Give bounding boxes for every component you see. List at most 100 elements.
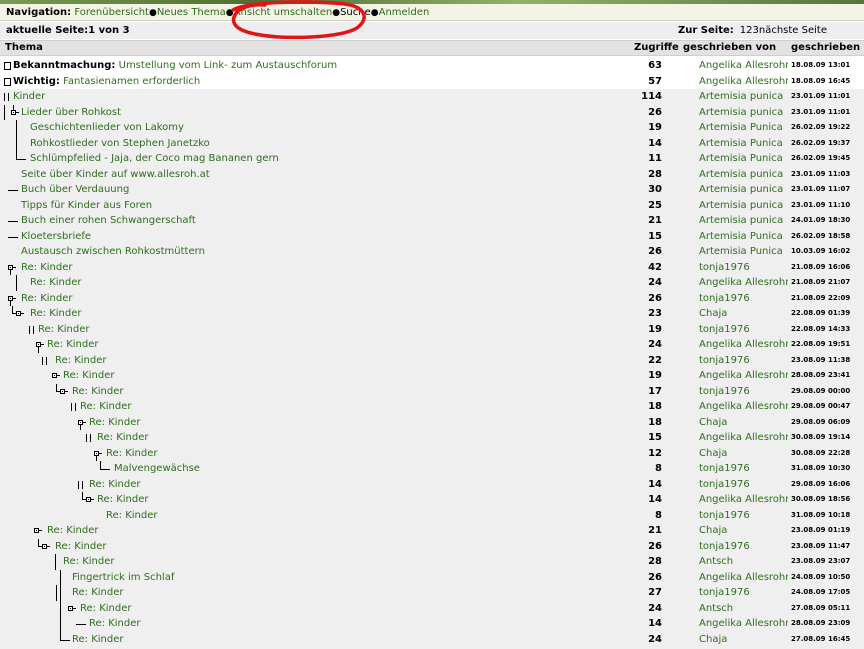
topic-author[interactable]: Antsch xyxy=(699,601,788,617)
table-row[interactable]: Re: Kinder 22 tonja1976 23.08.09 11:38 xyxy=(0,352,864,369)
topic-title[interactable]: Re: Kinder xyxy=(72,585,123,601)
topic-title-text[interactable]: Re: Kinder xyxy=(72,386,123,397)
table-row[interactable]: Re: Kinder 26 tonja1976 21.08.09 22:09 xyxy=(0,290,864,307)
table-row[interactable]: Re: Kinder 23 Chaja 22.08.09 01:39 xyxy=(0,306,864,322)
table-row[interactable]: Austausch zwischen Rohkostmüttern 26 Artem… xyxy=(0,244,864,260)
topic-title[interactable]: Wichtig: Fantasienamen erforderlich xyxy=(13,74,200,90)
topic-title[interactable]: Re: Kinder xyxy=(21,291,72,307)
topic-title[interactable]: Re: Kinder xyxy=(47,337,98,353)
topic-title[interactable]: Fingertrick im Schlaf xyxy=(72,570,174,586)
table-row[interactable]: Re: Kinder 14 tonja1976 29.08.09 16:06 xyxy=(0,476,864,492)
topic-author[interactable]: Artemisia punica xyxy=(699,198,788,214)
nav-link-toggle-view[interactable]: Ansicht umschalten xyxy=(234,7,333,18)
topic-author[interactable]: Antsch xyxy=(699,554,788,570)
topic-title[interactable]: Re: Kinder xyxy=(97,492,148,508)
topic-author[interactable]: Angelika Allesrohmaus xyxy=(699,58,788,74)
topic-author[interactable]: Angelika Allesrohmaus xyxy=(699,430,788,446)
table-row[interactable]: Re: Kinder 15 Angelika Allesrohmaus30.08.0… xyxy=(0,430,864,446)
topic-title-text[interactable]: Malvengewächse xyxy=(114,463,200,474)
table-row[interactable]: Kloetersbriefe 15 Artemisia Punica 26.02.09… xyxy=(0,228,864,244)
table-row[interactable]: Re: Kinder 27 tonja1976 24.08.09 17:05 xyxy=(0,585,864,601)
topic-title-text[interactable]: Re: Kinder xyxy=(89,417,140,428)
topic-author[interactable]: Angelika Allesrohmaus xyxy=(699,492,788,508)
topic-title-text[interactable]: Re: Kinder xyxy=(21,262,72,273)
topic-title[interactable]: Re: Kinder xyxy=(106,446,157,462)
column-header-hits[interactable]: Zugriffe xyxy=(634,41,679,55)
topic-title[interactable]: Buch über Verdauung xyxy=(21,182,129,198)
nav-link-login[interactable]: Anmelden xyxy=(379,7,430,18)
topic-title-text[interactable]: Re: Kinder xyxy=(97,494,148,505)
topic-title[interactable]: Re: Kinder xyxy=(38,322,89,338)
topic-title[interactable]: Re: Kinder xyxy=(63,368,114,384)
topic-author[interactable]: Chaja xyxy=(699,306,788,322)
nav-link-forum-overview[interactable]: Forenübersicht xyxy=(74,7,149,18)
topic-title[interactable]: Kinder xyxy=(13,89,45,105)
table-row[interactable]: Re: Kinder 24 Angelika Allesrohmaus22.08.0… xyxy=(0,337,864,353)
topic-title[interactable]: Re: Kinder xyxy=(47,523,98,539)
topic-title[interactable]: Re: Kinder xyxy=(89,415,140,431)
column-header-author[interactable]: geschrieben von xyxy=(683,41,776,55)
topic-title-text[interactable]: Re: Kinder xyxy=(72,587,123,598)
table-row[interactable]: Re: Kinder 19 tonja1976 22.08.09 14:33 xyxy=(0,321,864,338)
topic-title-text[interactable]: Umstellung vom Link- zum Austauschforum xyxy=(119,60,337,71)
topic-title-text[interactable]: Re: Kinder xyxy=(89,479,140,490)
topic-title[interactable]: Re: Kinder xyxy=(89,616,140,632)
topic-title-text[interactable]: Re: Kinder xyxy=(21,293,72,304)
topic-title-text[interactable]: Tipps für Kinder aus Foren xyxy=(21,200,152,211)
topic-author[interactable]: tonja1976 xyxy=(699,539,788,555)
topic-title-text[interactable]: Re: Kinder xyxy=(30,308,81,319)
table-row[interactable]: Lieder über Rohkost 26 Artemisia punica 23.… xyxy=(0,104,864,121)
topic-author[interactable]: tonja1976 xyxy=(699,461,788,477)
topic-title-text[interactable]: Re: Kinder xyxy=(89,618,140,629)
topic-author[interactable]: tonja1976 xyxy=(699,260,788,276)
nav-link-search[interactable]: Suche xyxy=(340,7,371,18)
topic-title[interactable]: Re: Kinder xyxy=(30,275,81,291)
topic-author[interactable]: Angelika Allesrohmaus xyxy=(699,616,788,632)
topic-author[interactable]: Artemisia punica xyxy=(699,89,788,105)
topic-author[interactable]: Artemisia Punica xyxy=(699,151,788,167)
topic-title-text[interactable]: Re: Kinder xyxy=(80,401,131,412)
table-row[interactable]: Seite über Kinder auf www.allesroh.at 28 A… xyxy=(0,166,864,182)
topic-title-text[interactable]: Rohkostlieder von Stephen Janetzko xyxy=(30,138,210,149)
topic-author[interactable]: Angelika Allesrohmaus xyxy=(699,368,788,384)
topic-title-text[interactable]: Seite über Kinder auf www.allesroh.at xyxy=(21,169,210,180)
column-header-date[interactable]: geschrieben xyxy=(791,41,860,55)
topic-author[interactable]: tonja1976 xyxy=(699,291,788,307)
topic-title-text[interactable]: Re: Kinder xyxy=(97,432,148,443)
topic-title-text[interactable]: Kloetersbriefe xyxy=(21,231,91,242)
topic-title[interactable]: Austausch zwischen Rohkostmüttern xyxy=(21,244,205,260)
topic-title-text[interactable]: Re: Kinder xyxy=(63,556,114,567)
topic-title[interactable]: Re: Kinder xyxy=(63,554,114,570)
topic-title-text[interactable]: Re: Kinder xyxy=(106,510,157,521)
topic-title-text[interactable]: Re: Kinder xyxy=(47,525,98,536)
topic-title-text[interactable]: Re: Kinder xyxy=(47,339,98,350)
topic-title-text[interactable]: Re: Kinder xyxy=(106,448,157,459)
topic-title-text[interactable]: Re: Kinder xyxy=(55,355,106,366)
table-row[interactable]: Re: Kinder 42 tonja1976 21.08.09 16:06 xyxy=(0,259,864,276)
topic-title[interactable]: Malvengewächse xyxy=(114,461,200,477)
topic-author[interactable]: Angelika Allesrohmaus xyxy=(699,399,788,415)
topic-author[interactable]: Chaja xyxy=(699,446,788,462)
topic-title-text[interactable]: Re: Kinder xyxy=(63,370,114,381)
topic-title[interactable]: Bekanntmachung: Umstellung vom Link- zum… xyxy=(13,58,337,74)
table-row[interactable]: Schlümpfelied - Jaja, der Coco mag Banan… xyxy=(0,151,864,167)
table-row[interactable]: Geschichtenlieder von Lakomy 19 Artemisia … xyxy=(0,120,864,136)
topic-title[interactable]: Buch einer rohen Schwangerschaft xyxy=(21,213,196,229)
table-row[interactable]: Fingertrick im Schlaf 26 Angelika Allesroh… xyxy=(0,569,864,586)
topic-author[interactable]: Angelika Allesrohmaus xyxy=(699,337,788,353)
topic-author[interactable]: Artemisia Punica xyxy=(699,136,788,152)
table-row[interactable]: Re: Kinder 28 Antsch 23.08.09 23:07 xyxy=(0,554,864,570)
table-row[interactable]: Re: Kinder 18 Chaja 29.08.09 06:09 xyxy=(0,414,864,431)
topic-title-text[interactable]: Lieder über Rohkost xyxy=(21,107,121,118)
topic-title[interactable]: Re: Kinder xyxy=(30,306,81,322)
table-row[interactable]: Rohkostlieder von Stephen Janetzko 14 Arte… xyxy=(0,135,864,152)
topic-title-text[interactable]: Re: Kinder xyxy=(30,277,81,288)
topic-title[interactable]: Lieder über Rohkost xyxy=(21,105,121,121)
topic-title-text[interactable]: Kinder xyxy=(13,91,45,102)
table-row[interactable]: Re: Kinder 18 Angelika Allesrohmaus29.08.0… xyxy=(0,399,864,415)
topic-title[interactable]: Re: Kinder xyxy=(80,399,131,415)
topic-author[interactable]: Chaja xyxy=(699,415,788,431)
topic-author[interactable]: Chaja xyxy=(699,523,788,539)
topic-author[interactable]: tonja1976 xyxy=(699,353,788,369)
table-row[interactable]: Kinder 114 Artemisia punica 23.01.09 11:01 xyxy=(0,89,864,105)
